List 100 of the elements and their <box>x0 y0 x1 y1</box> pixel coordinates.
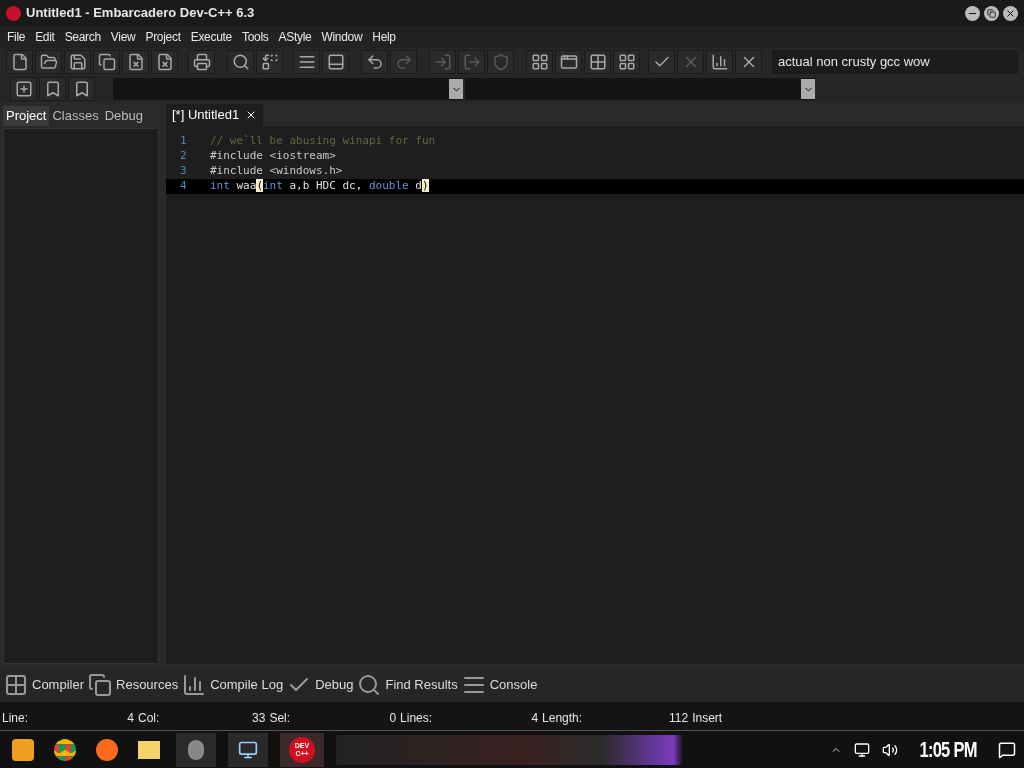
bookmark-button[interactable] <box>39 77 66 101</box>
menu-item[interactable]: Edit <box>30 28 60 46</box>
search-button[interactable] <box>227 50 254 74</box>
network-icon <box>853 741 870 758</box>
code-line: #include <windows.h> <box>210 163 343 180</box>
shield-button[interactable] <box>487 50 514 74</box>
tool-icon <box>188 739 204 760</box>
status-label: Sel: <box>269 710 291 727</box>
panel-icon <box>326 53 345 71</box>
function-select[interactable] <box>465 78 815 100</box>
line-number: 4 <box>179 178 188 195</box>
chart-icon <box>710 53 729 71</box>
print-icon <box>192 53 211 71</box>
run-button[interactable] <box>555 50 582 74</box>
close-button[interactable] <box>1003 5 1018 21</box>
status-value: 112 <box>668 710 690 727</box>
panel-tab[interactable]: Debug <box>101 106 147 126</box>
restore-icon <box>987 8 996 18</box>
menu-item[interactable]: Project <box>140 28 186 46</box>
menu-item[interactable]: Help <box>367 28 401 46</box>
compiler-select[interactable]: actual non crusty gcc wow <box>772 50 1018 74</box>
dropdown-icon <box>801 79 815 99</box>
status-label: Insert <box>692 710 723 727</box>
code-line: int waa(int a,b HDC dc, double d) <box>210 178 429 195</box>
add-icon <box>14 80 33 98</box>
compile-button[interactable] <box>526 50 553 74</box>
status-label: Length: <box>542 710 583 727</box>
open-icon <box>39 53 58 71</box>
add-button[interactable] <box>10 77 37 101</box>
folder-icon <box>138 740 160 759</box>
chart-icon <box>182 673 207 697</box>
menu-item[interactable]: AStyle <box>273 28 317 46</box>
menu-item[interactable]: Tools <box>236 28 274 46</box>
menu-item[interactable]: File <box>2 28 31 46</box>
menu-item[interactable]: View <box>105 28 141 46</box>
close-all-button[interactable] <box>151 50 178 74</box>
status-value: 0 <box>388 710 398 727</box>
compile-run-button[interactable] <box>584 50 611 74</box>
save-button[interactable] <box>64 50 91 74</box>
output-tab[interactable]: Console <box>461 673 538 697</box>
output-tab[interactable]: Debug <box>287 673 354 697</box>
rebuild-button[interactable] <box>613 50 640 74</box>
menu-item[interactable]: Execute <box>185 28 237 46</box>
menu-item[interactable]: Search <box>59 28 106 46</box>
taskbar-app[interactable] <box>228 732 268 767</box>
taskbar-app[interactable] <box>176 732 216 767</box>
save-all-button[interactable] <box>93 50 120 74</box>
panel-tab[interactable]: Project <box>3 106 50 126</box>
fox-icon <box>96 738 118 761</box>
monitor-icon <box>238 739 258 760</box>
chart-button[interactable] <box>706 50 733 74</box>
print-button[interactable] <box>188 50 215 74</box>
start-icon <box>12 738 34 761</box>
close-all-icon <box>155 53 174 71</box>
find-icon <box>357 673 382 697</box>
class-select[interactable] <box>113 78 463 100</box>
replace-icon <box>260 53 279 71</box>
output-tab[interactable]: Compiler <box>4 673 84 697</box>
indent-icon <box>297 53 316 71</box>
editor-tab[interactable]: [*] Untitled1 <box>166 104 264 126</box>
open-button[interactable] <box>35 50 62 74</box>
status-label: Lines: <box>400 710 433 727</box>
close-file-button[interactable] <box>122 50 149 74</box>
code-line: #include <iostream> <box>210 148 336 165</box>
volume-icon <box>881 741 898 758</box>
new-file-button[interactable] <box>6 50 33 74</box>
globe-icon <box>54 738 76 761</box>
panel-tab[interactable]: Classes <box>49 106 102 126</box>
compile-icon <box>530 53 549 71</box>
indent-button[interactable] <box>293 50 320 74</box>
menu-item[interactable]: Window <box>316 28 368 46</box>
output-tab[interactable]: Resources <box>88 673 179 697</box>
run-icon <box>559 53 578 71</box>
undo-button[interactable] <box>361 50 388 74</box>
output-tab[interactable]: Find Results <box>357 673 458 697</box>
status-label: Line: <box>2 710 29 727</box>
close-icon <box>1005 7 1016 19</box>
compile-run-icon <box>588 53 607 71</box>
close-file-icon <box>126 53 145 71</box>
status-value: 4 <box>126 710 136 727</box>
clock: 1:05 PM <box>919 736 977 764</box>
minimize-button[interactable] <box>965 5 980 21</box>
login-button[interactable] <box>429 50 456 74</box>
delete-button[interactable] <box>735 50 762 74</box>
search-icon <box>231 53 250 71</box>
line-number: 2 <box>179 148 188 165</box>
output-tab[interactable]: Compile Log <box>182 673 284 697</box>
code-line: // we`ll be abusing winapi for fun <box>210 133 436 150</box>
status-value: 33 <box>251 710 267 727</box>
check-button[interactable] <box>648 50 675 74</box>
stack-icon <box>88 673 112 697</box>
bookmark-button[interactable] <box>68 77 95 101</box>
restore-button[interactable] <box>984 5 999 21</box>
logout-button[interactable] <box>458 50 485 74</box>
panel-button[interactable] <box>322 50 349 74</box>
replace-button[interactable] <box>256 50 283 74</box>
save-icon <box>68 53 87 71</box>
rebuild-icon <box>617 53 636 71</box>
status-value: 4 <box>530 710 540 727</box>
app-icon <box>6 5 21 21</box>
